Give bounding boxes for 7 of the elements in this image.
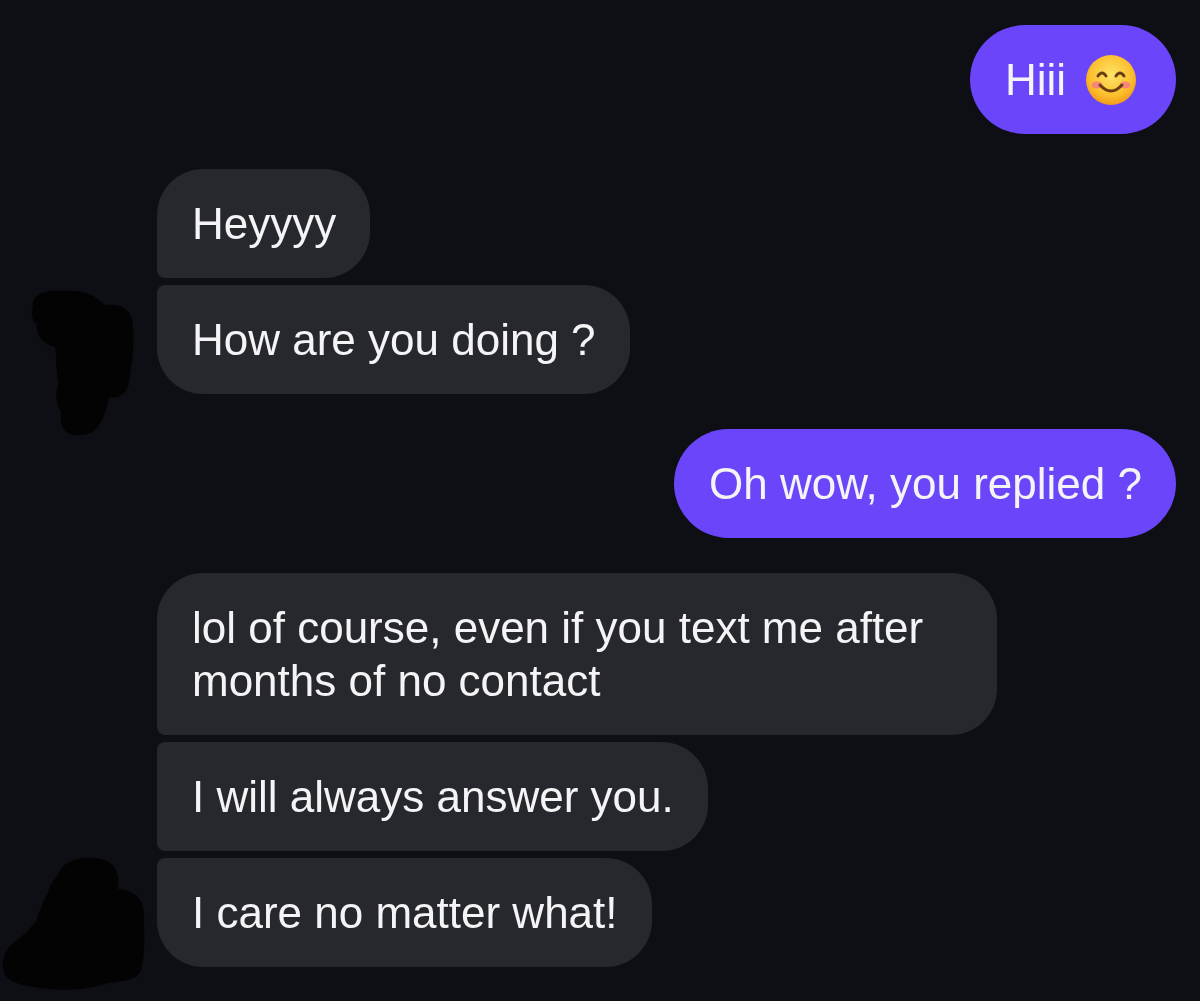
message-text: I care no matter what! [192,887,618,939]
message-text: Heyyyy [192,198,337,250]
message-text: How are you doing ? [192,314,596,366]
message-text: Hiii [1004,54,1066,106]
message-text: I will always answer you. [192,771,674,823]
message-text: lol of course, even if you text me after months of no contact [192,602,925,707]
message-text: Oh wow, you replied ? [709,458,1142,510]
